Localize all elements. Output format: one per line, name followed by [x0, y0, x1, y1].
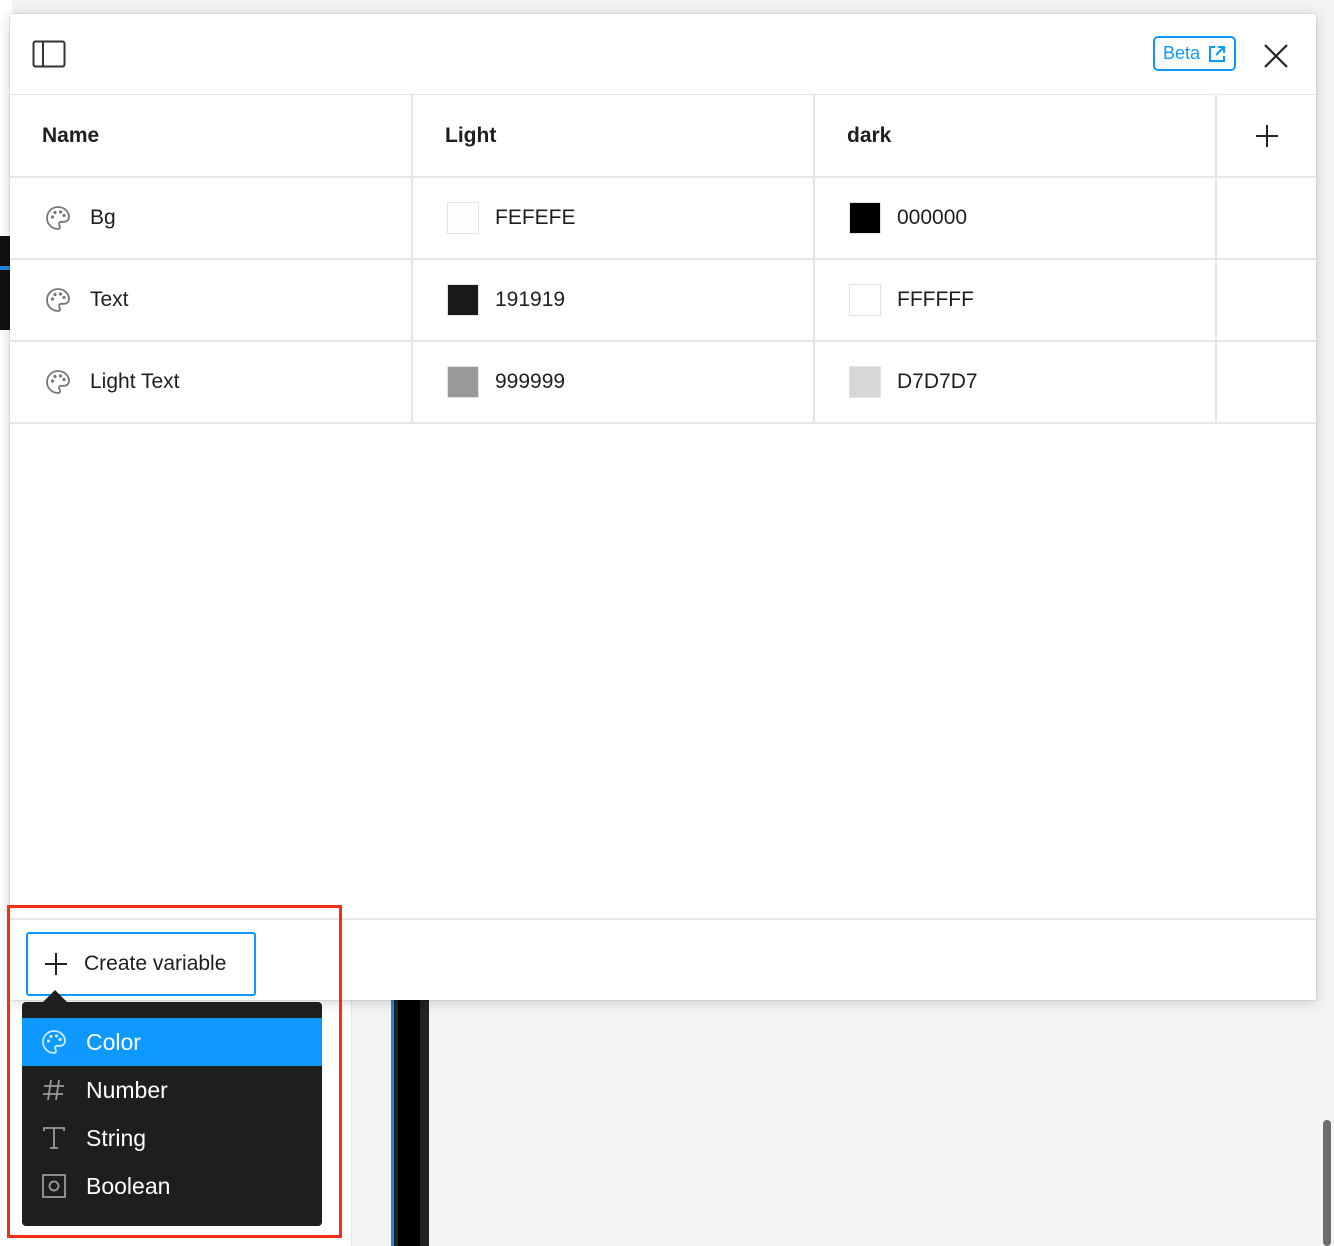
menu-item-label: Number	[86, 1076, 168, 1103]
plus-icon	[1255, 124, 1278, 147]
sidebar-toggle-button[interactable]	[32, 38, 66, 70]
menu-item-label: Color	[86, 1028, 141, 1055]
color-swatch[interactable]	[849, 366, 881, 398]
palette-icon	[46, 370, 70, 394]
add-mode-button[interactable]	[1253, 122, 1281, 150]
palette-icon	[46, 206, 70, 230]
color-swatch[interactable]	[447, 366, 479, 398]
external-link-icon	[1209, 45, 1226, 62]
table-row[interactable]: Light Text 999999 D7D7D7	[10, 341, 1316, 424]
light-value-cell[interactable]: 191919	[412, 259, 815, 342]
color-hex-value: FFFFFF	[897, 288, 974, 311]
menu-item-label: String	[86, 1124, 147, 1151]
variable-name-cell[interactable]: Bg	[10, 177, 413, 260]
variables-modal: Beta Name Light dark Bg FEFEFE 000000 Te…	[10, 14, 1316, 1000]
modal-footer: Create variable	[10, 918, 1316, 1000]
color-hex-value: 000000	[897, 206, 968, 229]
menu-item-boolean[interactable]: Boolean	[22, 1162, 322, 1210]
color-swatch[interactable]	[849, 284, 881, 316]
column-header-name: Name	[10, 95, 413, 178]
beta-badge-link[interactable]: Beta	[1153, 36, 1236, 71]
color-hex-value: 191919	[495, 288, 566, 311]
modal-header: Beta	[10, 14, 1316, 95]
beta-label: Beta	[1162, 43, 1201, 63]
empty-cell	[1216, 259, 1316, 342]
palette-icon	[46, 288, 70, 312]
sidebar-icon	[32, 40, 66, 68]
table-row[interactable]: Text 191919 FFFFFF	[10, 259, 1316, 342]
dark-value-cell[interactable]: FFFFFF	[814, 259, 1217, 342]
canvas-device-screen	[398, 1000, 420, 1246]
add-mode-cell	[1216, 95, 1316, 178]
table-header-row: Name Light dark	[10, 95, 1316, 178]
boolean-icon	[42, 1174, 66, 1198]
variable-name-cell[interactable]: Light Text	[10, 341, 413, 424]
menu-item-string[interactable]: String	[22, 1114, 322, 1162]
variable-name: Bg	[90, 206, 116, 229]
hash-icon	[43, 1079, 64, 1101]
color-swatch[interactable]	[447, 202, 479, 234]
text-t-icon	[43, 1127, 65, 1149]
variable-name-cell[interactable]: Text	[10, 259, 413, 342]
column-header-dark[interactable]: dark	[814, 95, 1217, 178]
dark-value-cell[interactable]: 000000	[814, 177, 1217, 260]
palette-icon	[42, 1030, 66, 1054]
color-hex-value: 999999	[495, 370, 566, 393]
empty-cell	[1216, 177, 1316, 260]
light-value-cell[interactable]: 999999	[412, 341, 815, 424]
create-variable-label: Create variable	[84, 952, 227, 975]
color-swatch[interactable]	[447, 284, 479, 316]
menu-item-color[interactable]: Color	[22, 1018, 322, 1066]
light-value-cell[interactable]: FEFEFE	[412, 177, 815, 260]
table-row[interactable]: Bg FEFEFE 000000	[10, 177, 1316, 260]
canvas-scrollbar[interactable]	[1323, 1120, 1331, 1246]
plus-icon	[45, 953, 67, 975]
variable-name: Light Text	[90, 370, 180, 393]
column-header-light[interactable]: Light	[412, 95, 815, 178]
close-icon	[1264, 44, 1288, 68]
variables-table: Name Light dark Bg FEFEFE 000000 Text 19…	[10, 95, 1316, 424]
variable-name: Text	[90, 288, 129, 311]
menu-item-label: Boolean	[86, 1172, 171, 1199]
empty-cell	[1216, 341, 1316, 424]
color-swatch[interactable]	[849, 202, 881, 234]
color-hex-value: FEFEFE	[495, 206, 576, 229]
variable-type-menu: Color Number String Boolean	[22, 1002, 322, 1226]
menu-item-number[interactable]: Number	[22, 1066, 322, 1114]
close-button[interactable]	[1260, 40, 1292, 72]
create-variable-button[interactable]: Create variable	[26, 932, 256, 996]
menu-caret	[43, 990, 67, 1002]
color-hex-value: D7D7D7	[897, 370, 978, 393]
dark-value-cell[interactable]: D7D7D7	[814, 341, 1217, 424]
